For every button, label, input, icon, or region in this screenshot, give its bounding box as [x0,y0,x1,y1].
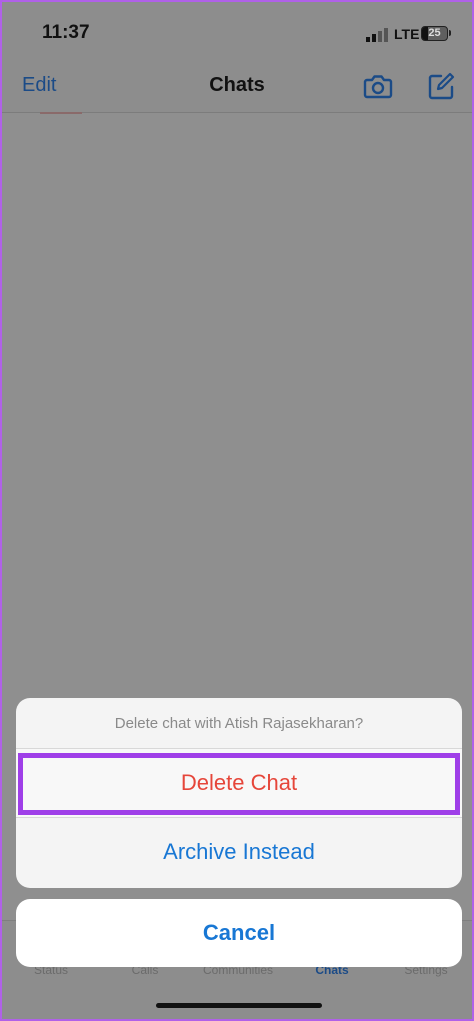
compose-icon[interactable] [425,70,457,102]
page-title: Chats [209,74,265,96]
battery-icon: 25 [421,26,448,41]
camera-icon[interactable] [362,70,394,102]
battery-percent: 25 [428,27,441,39]
battery-cap [449,30,451,36]
archive-instead-button[interactable]: Archive Instead [16,818,462,888]
home-indicator [156,1003,322,1008]
status-time: 11:37 [42,22,90,43]
delete-chat-label: Delete Chat [180,770,298,795]
screen: 11:37 LTE 25 Edit Chats Status Calls Com… [0,0,474,1021]
chat-list-remnant [40,112,82,114]
network-label: LTE [394,26,420,42]
cancel-button[interactable]: Cancel [16,899,462,967]
status-bar: 11:37 LTE 25 [2,2,472,64]
delete-chat-button[interactable]: Delete Chat [16,749,462,817]
action-sheet-header: Delete chat with Atish Rajasekharan? [114,715,364,732]
signal-icon [366,28,388,42]
nav-bar: Edit Chats [2,64,472,113]
action-sheet: Delete chat with Atish Rajasekharan? Del… [16,698,462,888]
